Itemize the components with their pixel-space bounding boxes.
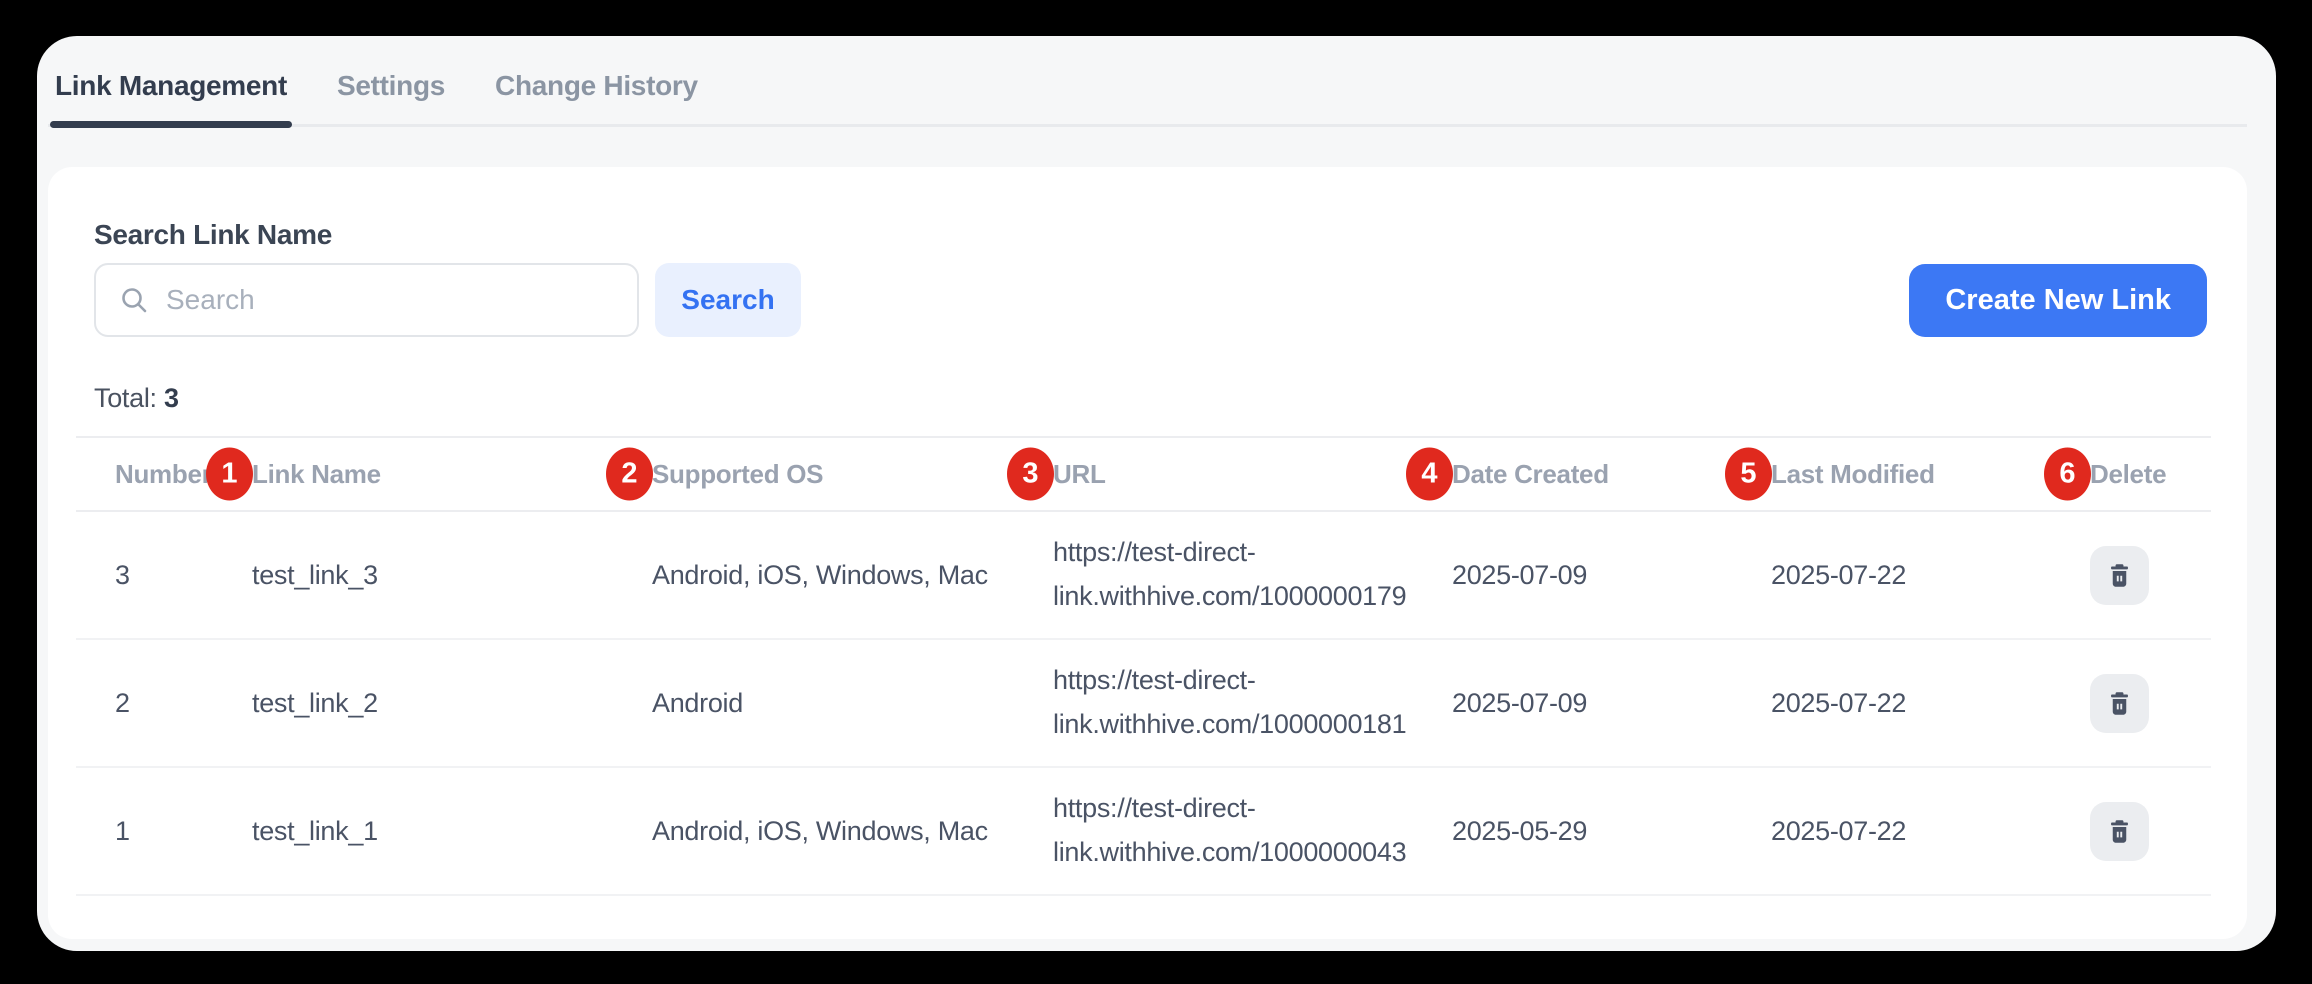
header-cell: 3 URL: [1053, 459, 1452, 490]
search-icon: [118, 284, 150, 316]
header-cell: 1 Link Name: [252, 459, 652, 490]
cell-delete: [2090, 802, 2211, 861]
app-window: Link Management Settings Change History …: [37, 36, 2276, 951]
cell-last-modified: 2025-07-22: [1771, 688, 2090, 719]
cell-delete: [2090, 546, 2211, 605]
table-row: 1 test_link_1 Android, iOS, Windows, Mac…: [76, 768, 2211, 896]
total-value: 3: [164, 383, 179, 413]
cell-number: 1: [76, 816, 252, 847]
table-body: 3 test_link_3 Android, iOS, Windows, Mac…: [76, 512, 2211, 896]
cell-supported-os: Android, iOS, Windows, Mac: [652, 816, 1053, 847]
header-label: Delete: [2090, 459, 2166, 490]
header-cell: 5 Last Modified: [1771, 459, 2090, 490]
annotation-badge: 4: [1406, 448, 1453, 501]
search-row: Search Create New Link: [94, 263, 2211, 337]
url-text: https://test-direct-link.withhive.com/10…: [1053, 787, 1358, 874]
header-label: Last Modified: [1771, 459, 1935, 490]
search-section: Search Link Name Search Create New Link: [94, 219, 2211, 337]
links-table: Number 1 Link Name 2 Supported OS 3 URL …: [76, 436, 2211, 896]
cell-supported-os: Android: [652, 688, 1053, 719]
cell-url: https://test-direct-link.withhive.com/10…: [1053, 787, 1452, 874]
cell-number: 2: [76, 688, 252, 719]
total-label: Total:: [94, 383, 157, 413]
trash-icon: [2106, 690, 2133, 717]
cell-url: https://test-direct-link.withhive.com/10…: [1053, 531, 1452, 618]
search-box[interactable]: [94, 263, 639, 337]
annotation-badge: 2: [606, 448, 653, 501]
url-text: https://test-direct-link.withhive.com/10…: [1053, 659, 1358, 746]
tab-settings[interactable]: Settings: [335, 70, 447, 124]
table-row: 2 test_link_2 Android https://test-direc…: [76, 640, 2211, 768]
cell-delete: [2090, 674, 2211, 733]
cell-link-name: test_link_1: [252, 816, 652, 847]
header-cell: 6 Delete: [2090, 459, 2211, 490]
header-label: Number: [115, 459, 211, 490]
cell-supported-os: Android, iOS, Windows, Mac: [652, 560, 1053, 591]
cell-date-created: 2025-07-09: [1452, 560, 1771, 591]
annotation-badge: 5: [1725, 448, 1772, 501]
cell-date-created: 2025-07-09: [1452, 688, 1771, 719]
header-label: Supported OS: [652, 459, 823, 490]
trash-icon: [2106, 818, 2133, 845]
cell-number: 3: [76, 560, 252, 591]
search-button[interactable]: Search: [655, 263, 801, 337]
annotation-badge: 3: [1007, 448, 1054, 501]
delete-button[interactable]: [2090, 802, 2149, 861]
create-new-link-button[interactable]: Create New Link: [1909, 264, 2207, 337]
cell-last-modified: 2025-07-22: [1771, 560, 2090, 591]
delete-button[interactable]: [2090, 674, 2149, 733]
search-input[interactable]: [166, 284, 617, 316]
cell-link-name: test_link_3: [252, 560, 652, 591]
delete-button[interactable]: [2090, 546, 2149, 605]
total-row: Total: 3: [94, 383, 2211, 414]
header-label: Date Created: [1452, 459, 1609, 490]
tab-change-history[interactable]: Change History: [493, 70, 700, 124]
cell-url: https://test-direct-link.withhive.com/10…: [1053, 659, 1452, 746]
content-card: Search Link Name Search Create New Link …: [48, 167, 2247, 939]
annotation-badge: 6: [2044, 448, 2091, 501]
cell-date-created: 2025-05-29: [1452, 816, 1771, 847]
header-label: URL: [1053, 459, 1106, 490]
tab-link-management[interactable]: Link Management: [53, 70, 289, 124]
search-label: Search Link Name: [94, 219, 2211, 251]
cell-last-modified: 2025-07-22: [1771, 816, 2090, 847]
annotation-badge: 1: [206, 448, 253, 501]
header-cell: 2 Supported OS: [652, 459, 1053, 490]
table-header-row: Number 1 Link Name 2 Supported OS 3 URL …: [76, 436, 2211, 512]
cell-link-name: test_link_2: [252, 688, 652, 719]
tab-bar: Link Management Settings Change History: [48, 36, 2247, 127]
header-label: Link Name: [252, 459, 381, 490]
url-text: https://test-direct-link.withhive.com/10…: [1053, 531, 1358, 618]
header-cell: 4 Date Created: [1452, 459, 1771, 490]
trash-icon: [2106, 562, 2133, 589]
table-row: 3 test_link_3 Android, iOS, Windows, Mac…: [76, 512, 2211, 640]
